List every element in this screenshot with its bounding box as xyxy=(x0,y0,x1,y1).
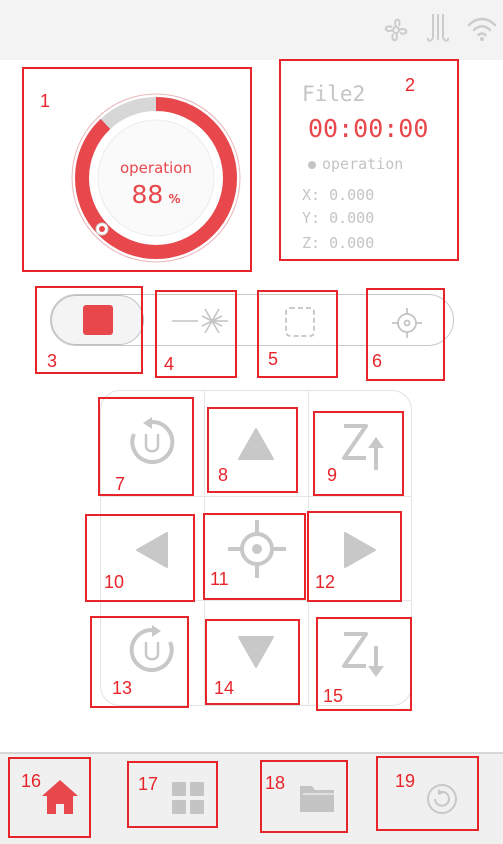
status-bar xyxy=(0,0,503,60)
annotation-number-7: 7 xyxy=(115,474,126,494)
annotation-number-13: 13 xyxy=(112,678,133,698)
annotation-number-12: 12 xyxy=(315,572,336,592)
annotation-number-9: 9 xyxy=(327,465,338,485)
annotation-number-2: 2 xyxy=(405,75,416,95)
fan-icon xyxy=(384,18,408,42)
annotation-box-16 xyxy=(8,757,91,838)
annotation-box-13 xyxy=(90,616,189,708)
annotation-box-10 xyxy=(85,514,195,602)
annotation-box-17 xyxy=(127,761,218,828)
annotation-number-16: 16 xyxy=(21,771,42,791)
annotation-number-18: 18 xyxy=(265,773,286,793)
annotation-number-4: 4 xyxy=(164,354,175,374)
annotation-box-7 xyxy=(98,397,194,496)
air-assist-icon xyxy=(426,14,450,42)
annotation-number-1: 1 xyxy=(40,91,51,111)
annotation-number-15: 15 xyxy=(323,686,344,706)
annotation-number-5: 5 xyxy=(268,349,279,369)
annotation-box-1 xyxy=(22,67,252,272)
annotation-number-3: 3 xyxy=(47,351,58,371)
annotation-box-19 xyxy=(376,756,479,831)
annotation-number-8: 8 xyxy=(218,465,229,485)
annotation-number-10: 10 xyxy=(104,572,125,592)
jog-divider xyxy=(100,496,412,497)
annotation-number-17: 17 xyxy=(138,774,159,794)
annotation-number-14: 14 xyxy=(214,678,235,698)
annotation-number-19: 19 xyxy=(395,771,416,791)
annotation-box-18 xyxy=(260,760,348,833)
annotation-number-11: 11 xyxy=(210,569,229,589)
annotation-box-2 xyxy=(279,59,459,261)
wifi-icon xyxy=(467,17,497,41)
annotation-number-6: 6 xyxy=(372,351,383,371)
